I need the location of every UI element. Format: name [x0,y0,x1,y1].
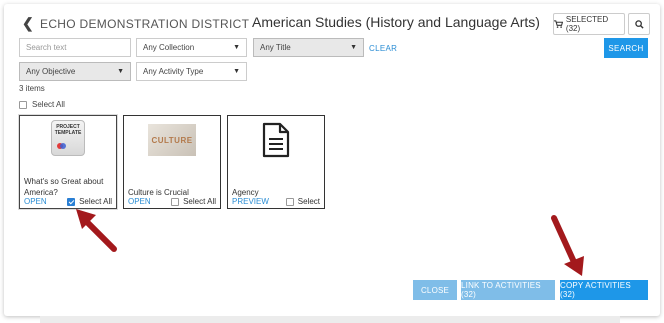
annotation-arrow-icon [551,215,584,276]
title-select[interactable]: Any Title ▼ [253,38,364,57]
project-template-thumbnail: PROJECT TEMPLATE [51,120,85,156]
search-toggle-button[interactable] [628,13,650,35]
search-icon [634,19,644,29]
select-all-label: Select All [32,100,65,109]
page-title: American Studies (History and Language A… [252,14,540,30]
card-thumbnail [228,120,324,160]
objective-select[interactable]: Any Objective ▼ [19,62,131,81]
caret-down-icon: ▼ [350,44,357,51]
back-link[interactable]: ❮ ECHO DEMONSTRATION DISTRICT [22,14,250,32]
link-activities-button[interactable]: LINK TO ACTIVITIES (32) [461,280,555,300]
activity-card[interactable]: PROJECT TEMPLATE What's so Great about A… [19,115,117,209]
search-input-placeholder: Search text [26,43,67,52]
caret-down-icon: ▼ [117,68,124,75]
back-link-label: ECHO DEMONSTRATION DISTRICT [40,17,250,31]
caret-down-icon: ▼ [233,44,240,51]
card-select-toggle[interactable]: Select All [171,197,216,206]
select-all-checkbox[interactable] [19,100,27,109]
close-button[interactable]: CLOSE [413,280,457,300]
card-thumbnail: PROJECT TEMPLATE [20,120,116,160]
card-select-toggle[interactable]: Select [285,197,320,206]
clear-filters-link[interactable]: CLEAR [369,44,397,53]
activity-type-select[interactable]: Any Activity Type ▼ [136,62,247,81]
card-title: What's so Great about America? [24,177,104,197]
page-bottom-strip [40,316,620,323]
card-thumbnail: CULTURE [124,120,220,160]
document-icon [262,122,290,158]
search-button[interactable]: SEARCH [604,38,648,58]
copy-activities-button[interactable]: COPY ACTIVITIES (32) [560,280,648,300]
search-input[interactable]: Search text [19,38,131,57]
objective-select-value: Any Objective [26,67,76,76]
thumbnail-text: PROJECT TEMPLATE [54,124,82,136]
culture-image: CULTURE [148,124,196,156]
activity-card[interactable]: Agency PREVIEW Select [227,115,325,209]
collection-select[interactable]: Any Collection ▼ [136,38,247,57]
activity-type-select-value: Any Activity Type [143,67,204,76]
result-count: 3 items [19,84,45,93]
activity-card[interactable]: CULTURE Culture is Crucial OPEN Select A… [123,115,221,209]
card-open-link[interactable]: OPEN [24,197,47,206]
chevron-left-icon: ❮ [22,14,35,31]
collection-select-value: Any Collection [143,43,195,52]
select-all-toggle[interactable]: Select All [19,100,65,109]
card-select-checkbox[interactable] [171,197,180,206]
caret-down-icon: ▼ [233,68,240,75]
selected-cart-button[interactable]: SELECTED (32) [553,13,625,35]
card-select-checkbox[interactable] [285,197,294,206]
annotation-arrow-icon [76,209,117,252]
selected-count-label: SELECTED (32) [565,15,609,33]
card-select-label: Select [297,197,320,206]
card-select-label: Select All [183,197,216,206]
cart-icon [554,20,563,28]
card-preview-link[interactable]: PREVIEW [232,197,269,206]
title-select-value: Any Title [260,43,291,52]
logo-icon [57,143,66,149]
card-open-link[interactable]: OPEN [128,197,151,206]
